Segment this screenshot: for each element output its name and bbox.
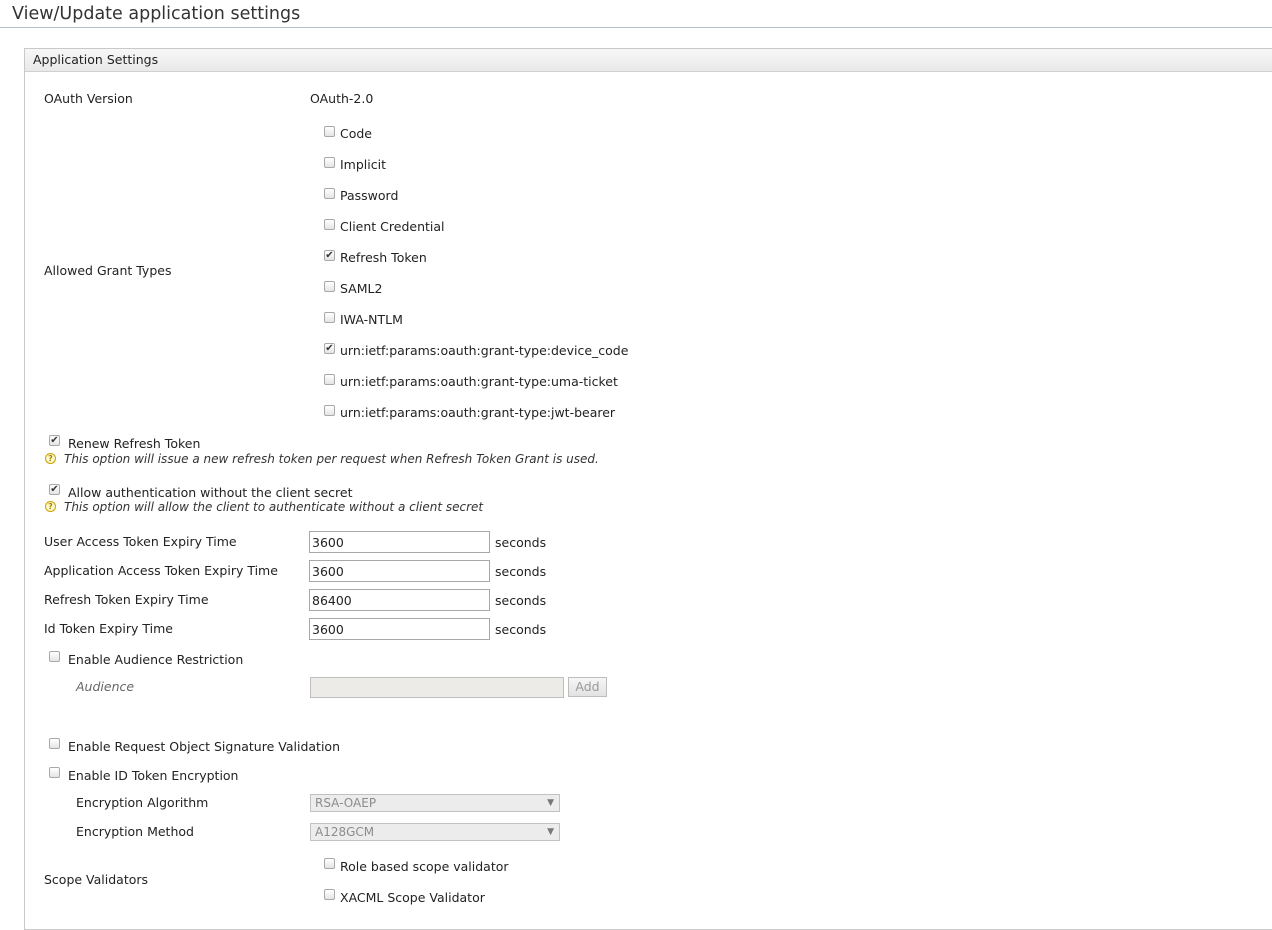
grant-code-label: Code [340,126,373,141]
id-token-expiry-input[interactable] [309,618,490,640]
audience-input[interactable] [310,677,564,698]
id-token-expiry-label: Id Token Expiry Time [44,621,173,636]
grant-refresh-token-label: Refresh Token [340,250,427,265]
user-access-token-expiry-label: User Access Token Expiry Time [44,534,237,549]
grant-iwa-ntlm-checkbox[interactable] [324,312,335,323]
grant-device-code-checkbox[interactable]: ✔ [324,343,335,354]
oauth-version-label: OAuth Version [44,91,133,106]
seconds-unit-label: seconds [495,535,547,550]
id-token-encryption-label: Enable ID Token Encryption [68,768,239,783]
question-mark-help-icon: ? [45,501,56,512]
refresh-token-expiry-label: Refresh Token Expiry Time [44,592,209,607]
grant-saml2-label: SAML2 [340,281,383,296]
seconds-unit-label: seconds [495,593,547,608]
enable-audience-restriction-checkbox[interactable] [49,651,60,662]
role-based-scope-validator-checkbox[interactable] [324,858,335,869]
grant-device-code-label: urn:ietf:params:oauth:grant-type:device_… [340,343,629,358]
grant-code-checkbox[interactable] [324,126,335,137]
allow-no-secret-checkbox[interactable]: ✔ [49,484,60,495]
seconds-unit-label: seconds [495,564,547,579]
panel-header: Application Settings [25,49,1272,72]
title-divider [0,27,1272,28]
seconds-unit-label: seconds [495,622,547,637]
renew-refresh-token-checkbox[interactable]: ✔ [49,435,60,446]
request-object-signature-checkbox[interactable] [49,738,60,749]
grant-jwt-bearer-label: urn:ietf:params:oauth:grant-type:jwt-bea… [340,405,616,420]
xacml-scope-validator-label: XACML Scope Validator [340,890,485,905]
grant-refresh-token-checkbox[interactable]: ✔ [324,250,335,261]
triangle-down-icon: ▼ [547,798,554,808]
grant-implicit-checkbox[interactable] [324,157,335,168]
encryption-method-value: A128GCM [315,825,375,839]
panel-header-label: Application Settings [33,52,159,67]
renew-refresh-token-label: Renew Refresh Token [68,436,201,451]
allow-no-secret-label: Allow authentication without the client … [68,485,353,500]
application-access-token-expiry-input[interactable] [309,560,490,582]
request-object-signature-label: Enable Request Object Signature Validati… [68,739,340,754]
page-title: View/Update application settings [12,4,301,24]
grant-iwa-ntlm-label: IWA-NTLM [340,312,403,327]
encryption-algorithm-value: RSA-OAEP [315,796,377,810]
grant-client-credential-label: Client Credential [340,219,445,234]
application-access-token-expiry-label: Application Access Token Expiry Time [44,563,278,578]
grant-uma-ticket-label: urn:ietf:params:oauth:grant-type:uma-tic… [340,374,618,389]
grant-saml2-checkbox[interactable] [324,281,335,292]
oauth-version-value: OAuth-2.0 [310,91,374,106]
user-access-token-expiry-input[interactable] [309,531,490,553]
encryption-method-label: Encryption Method [76,824,194,839]
grant-implicit-label: Implicit [340,157,386,172]
id-token-encryption-checkbox[interactable] [49,767,60,778]
encryption-algorithm-select[interactable]: RSA-OAEP ▼ [310,794,560,812]
grant-password-checkbox[interactable] [324,188,335,199]
scope-validators-label: Scope Validators [44,872,149,887]
question-mark-help-icon: ? [45,453,56,464]
allow-no-secret-hint: This option will allow the client to aut… [64,500,484,514]
refresh-token-expiry-input[interactable] [309,589,490,611]
grant-uma-ticket-checkbox[interactable] [324,374,335,385]
grant-password-label: Password [340,188,399,203]
triangle-down-icon: ▼ [547,827,554,837]
enable-audience-restriction-label: Enable Audience Restriction [68,652,244,667]
renew-refresh-token-hint: This option will issue a new refresh tok… [64,452,599,466]
allowed-grant-types-label: Allowed Grant Types [44,263,172,278]
xacml-scope-validator-checkbox[interactable] [324,889,335,900]
grant-jwt-bearer-checkbox[interactable] [324,405,335,416]
add-audience-button[interactable]: Add [568,677,607,697]
encryption-method-select[interactable]: A128GCM ▼ [310,823,560,841]
role-based-scope-validator-label: Role based scope validator [340,859,509,874]
encryption-algorithm-label: Encryption Algorithm [76,795,209,810]
audience-label: Audience [76,679,135,694]
grant-client-credential-checkbox[interactable] [324,219,335,230]
